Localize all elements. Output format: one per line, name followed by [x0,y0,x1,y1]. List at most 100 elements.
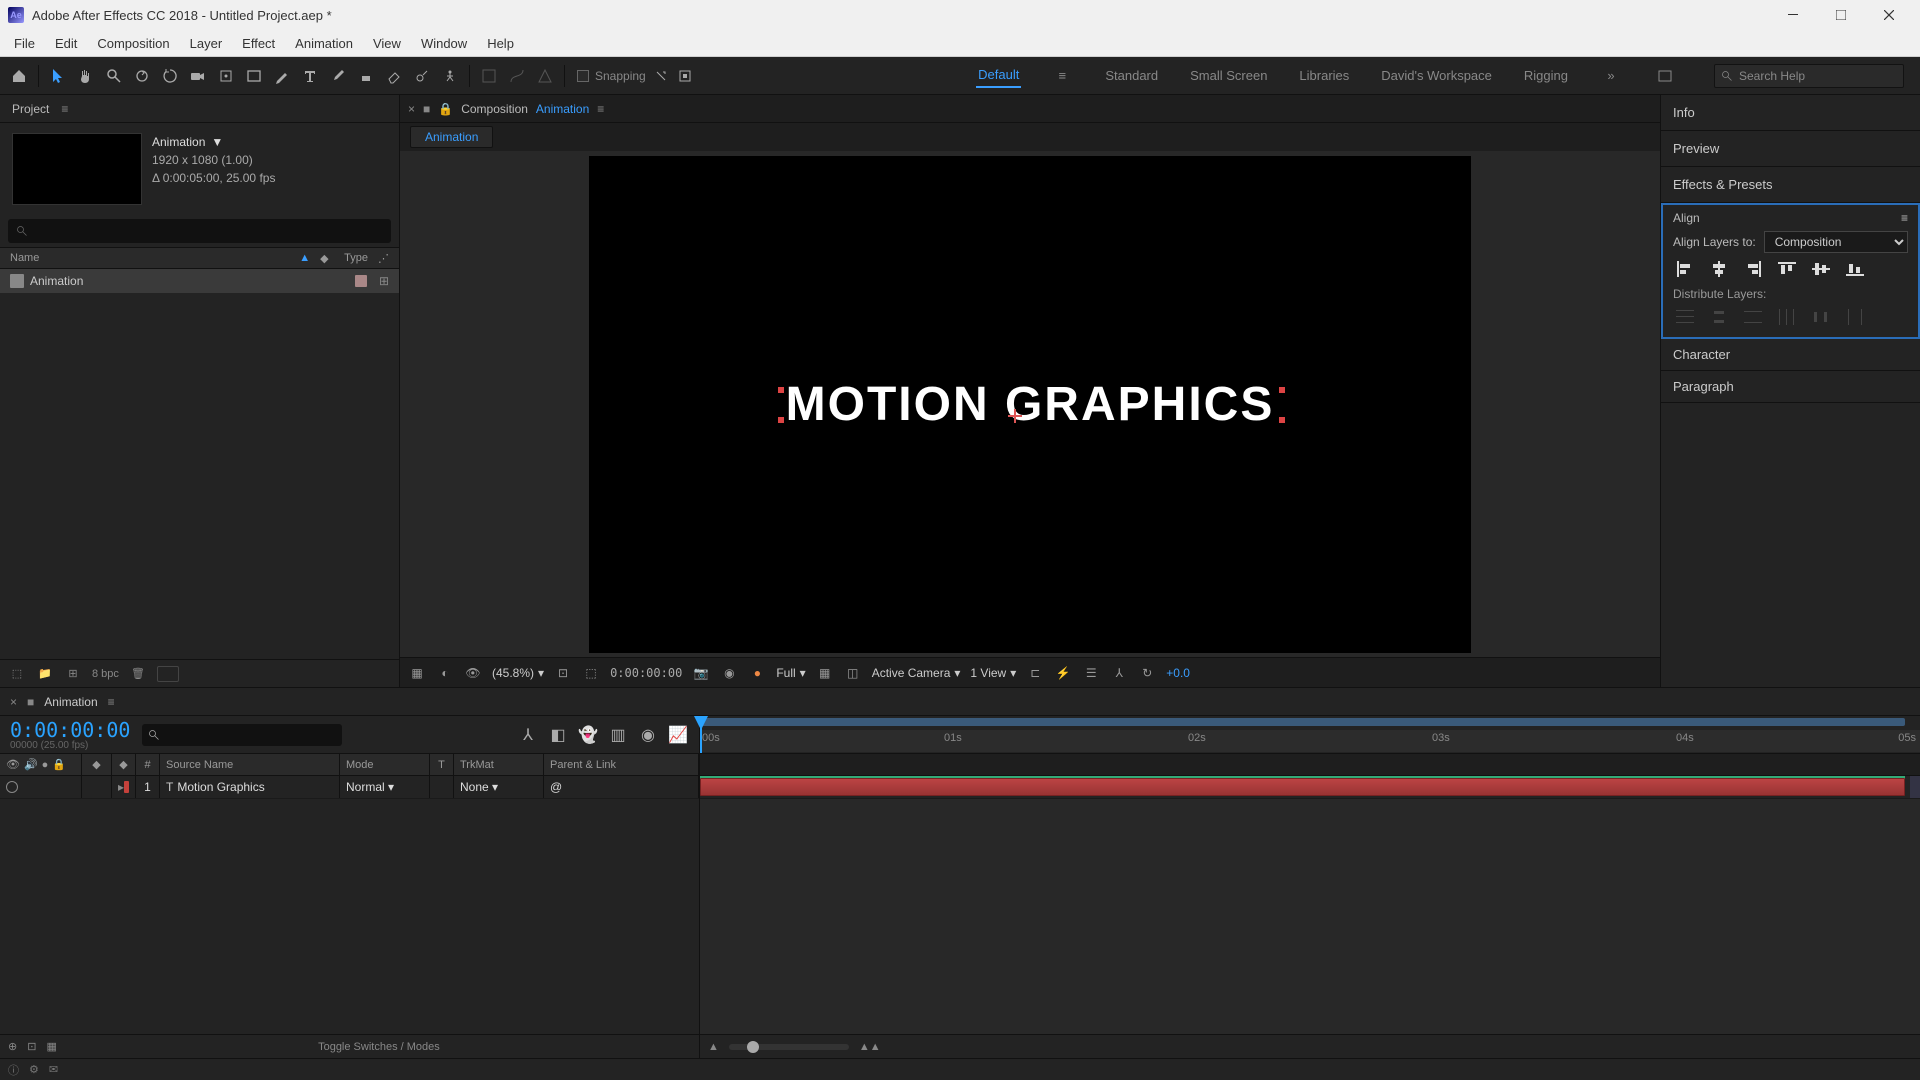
rotation-tool[interactable] [157,63,183,89]
menu-help[interactable]: Help [477,30,524,56]
workspace-standard[interactable]: Standard [1103,64,1160,87]
time-ruler[interactable]: 00s 01s 02s 03s 04s 05s [700,716,1920,754]
workspace-libraries[interactable]: Libraries [1297,64,1351,87]
snapshot-icon[interactable]: 📷 [692,664,710,682]
zoom-out-icon[interactable]: ▲ [708,1041,719,1053]
comment-col-icon[interactable]: ⋰ [378,252,389,265]
3d-view-icon[interactable]: ◫ [844,664,862,682]
snapping-toggle[interactable]: Snapping [577,63,694,89]
viewer-panel-menu-icon[interactable]: ≡ [597,102,604,116]
project-item-row[interactable]: Animation ⊞ [0,269,399,293]
panel-menu-icon[interactable]: ≡ [61,102,68,116]
effects-presets-panel-tab[interactable]: Effects & Presets [1661,167,1920,203]
pixel-aspect-icon[interactable]: ⊏ [1026,664,1044,682]
label-col-icon[interactable]: ◆ [119,758,127,771]
work-area-bar[interactable] [700,718,1905,726]
home-button[interactable] [6,63,32,89]
frame-blend-footer-icon[interactable]: ▦ [46,1040,56,1053]
composition-thumbnail[interactable] [12,133,142,205]
menu-animation[interactable]: Animation [285,30,363,56]
snapping-checkbox[interactable] [577,70,589,82]
footer-script-icon[interactable]: ⚙ [29,1063,39,1076]
align-top-button[interactable] [1775,259,1799,279]
keyframe-nav-icon[interactable]: ◆ [92,758,100,771]
new-comp-icon[interactable]: ⊞ [64,665,82,683]
shy-icon[interactable]: 👻 [577,724,599,746]
camera-dropdown[interactable]: Active Camera ▾ [872,666,961,680]
layer-name[interactable]: Motion Graphics [177,780,264,794]
align-vcenter-button[interactable] [1809,259,1833,279]
paragraph-panel-tab[interactable]: Paragraph [1661,371,1920,403]
current-time-indicator[interactable] [700,716,702,753]
resolution-dropdown[interactable]: Full ▾ [776,666,805,680]
timeline-panel-menu-icon[interactable]: ≡ [108,695,115,709]
minimize-button[interactable] [1770,0,1816,30]
col-number[interactable]: # [136,754,160,775]
render-toggle-icon[interactable]: ◐ [436,664,454,682]
puppet-tool[interactable] [437,63,463,89]
delete-icon[interactable]: 🗑 [129,665,147,683]
timeline-track-area[interactable]: 00s 01s 02s 03s 04s 05s [700,716,1920,1058]
mask-mode-icon[interactable] [476,63,502,89]
channel-icon[interactable]: ● [748,664,766,682]
viewer-comp-name[interactable]: Animation [536,102,589,116]
timeline-layer-row[interactable]: ▸ 1 TMotion Graphics Normal ▾ None ▾ @ [0,776,699,799]
show-snapshot-icon[interactable]: ◉ [720,664,738,682]
orbit-tool[interactable] [129,63,155,89]
shape-mode-icon[interactable] [532,63,558,89]
roto-brush-tool[interactable] [409,63,435,89]
viewer-always-preview-icon[interactable]: ■ [423,102,430,116]
graph-editor-icon[interactable]: 📈 [667,724,689,746]
timeline-tab[interactable]: Animation [44,695,97,709]
motion-blur-icon[interactable]: ◉ [637,724,659,746]
current-time[interactable]: 0:00:00:00 [610,666,682,680]
layer-trkmat-dropdown[interactable]: None ▾ [460,780,498,794]
viewer-canvas[interactable]: MOTION GRAPHICS [400,151,1660,657]
align-hcenter-button[interactable] [1707,259,1731,279]
search-help-field[interactable]: Search Help [1714,64,1904,88]
col-type[interactable]: Type [344,252,368,264]
timeline-close-icon[interactable]: × [10,695,17,709]
snap-to-icon[interactable] [676,63,694,89]
col-t[interactable]: T [430,754,454,775]
footer-info-icon[interactable]: ⓘ [8,1062,19,1078]
reset-exposure-icon[interactable]: ↻ [1138,664,1156,682]
layer-mode-dropdown[interactable]: Normal ▾ [346,780,394,794]
search-bins-slot[interactable] [157,666,179,682]
selection-handle[interactable] [778,417,784,423]
zoom-tool[interactable] [101,63,127,89]
type-tool[interactable] [297,63,323,89]
camera-tool[interactable] [185,63,211,89]
menu-edit[interactable]: Edit [45,30,87,56]
menu-window[interactable]: Window [411,30,477,56]
workspace-overflow-icon[interactable]: » [1598,63,1624,89]
alpha-toggle-icon[interactable]: ▦ [408,664,426,682]
project-search[interactable] [8,219,391,243]
toggle-switches-modes[interactable]: Toggle Switches / Modes [318,1041,440,1053]
views-dropdown[interactable]: 1 View ▾ [970,666,1016,680]
composition-stage[interactable]: MOTION GRAPHICS [590,157,1470,652]
maximize-button[interactable] [1818,0,1864,30]
transparency-grid-icon[interactable]: ▦ [816,664,834,682]
brush-tool[interactable] [325,63,351,89]
rectangle-tool[interactable] [241,63,267,89]
viewer-close-icon[interactable]: × [408,102,415,116]
selection-tool[interactable] [45,63,71,89]
stage-text-layer[interactable]: MOTION GRAPHICS [786,377,1275,432]
align-to-dropdown[interactable]: Composition [1764,231,1908,253]
selection-handle[interactable] [778,387,784,393]
pen-tool[interactable] [269,63,295,89]
workspace-custom[interactable]: David's Workspace [1379,64,1494,87]
mask-toggle-icon[interactable]: 👁 [464,664,482,682]
col-name[interactable]: Name [10,252,289,264]
hand-tool[interactable] [73,63,99,89]
selection-handle[interactable] [1279,417,1285,423]
timeline-search[interactable] [142,724,342,746]
menu-file[interactable]: File [4,30,45,56]
workspace-default[interactable]: Default [976,63,1021,88]
draft-3d-icon[interactable]: ◧ [547,724,569,746]
zoom-in-icon[interactable]: ▲▲ [859,1041,881,1053]
video-col-icon[interactable]: 👁 [6,758,20,771]
solo-col-icon[interactable]: ● [42,759,49,771]
bezier-icon[interactable] [504,63,530,89]
